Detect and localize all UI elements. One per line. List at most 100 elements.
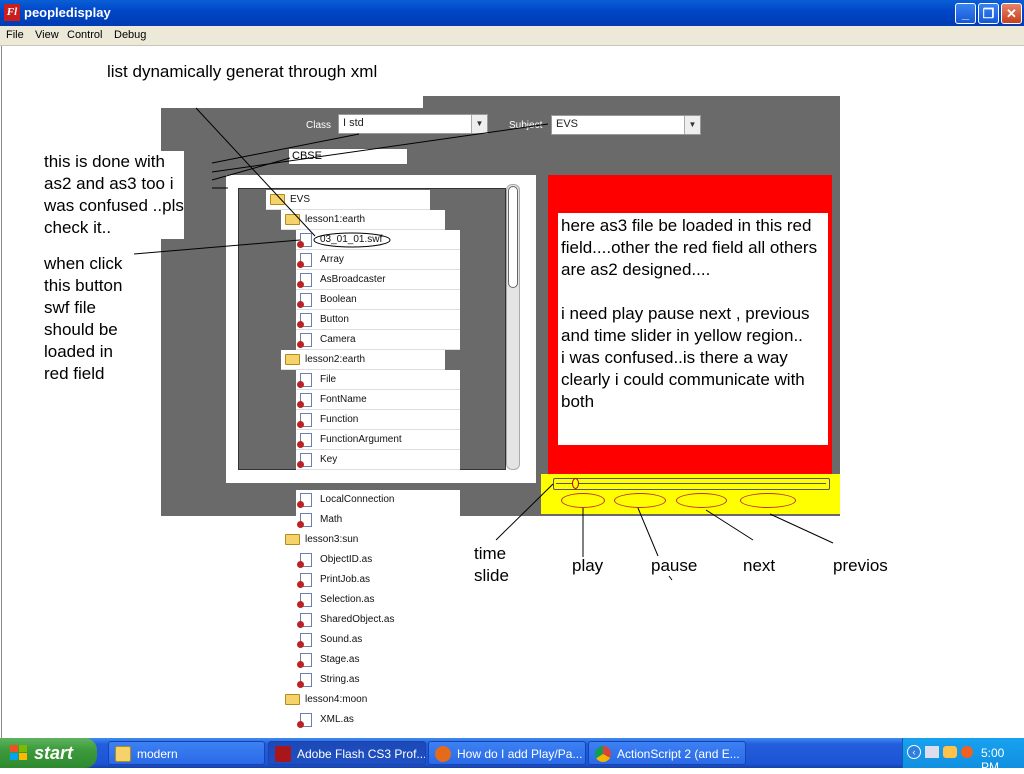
tree-item-label: Stage.as <box>320 654 360 665</box>
tree-item-label: SharedObject.as <box>320 614 395 625</box>
tree-file-item[interactable]: ObjectID.as <box>296 550 460 570</box>
tree-item-label: Math <box>320 514 343 525</box>
tree-item-label: LocalConnection <box>320 494 395 505</box>
system-tray: ‹ 5:00 PM <box>902 738 1024 774</box>
next-button[interactable] <box>676 493 727 508</box>
menu-view[interactable]: View <box>35 29 59 41</box>
tree-item-label: Function <box>320 414 359 425</box>
subject-dropdown-value: EVS <box>556 118 579 130</box>
file-icon <box>297 593 312 608</box>
tree-folder-item[interactable]: lesson2:earth <box>281 350 445 370</box>
tree-file-item[interactable]: Math <box>296 510 460 530</box>
tree-file-item[interactable]: Stage.as <box>296 650 460 670</box>
tree-item-label: Camera <box>320 334 356 345</box>
chevron-down-icon[interactable]: ▼ <box>684 116 700 134</box>
tree-item-label: Array <box>320 254 344 265</box>
tree-item-label: lesson4:moon <box>305 694 368 705</box>
file-icon <box>297 413 312 428</box>
next-annotation: next <box>743 556 776 575</box>
windows-flag-icon <box>10 745 27 760</box>
tree-root-item[interactable]: EVS <box>266 190 430 210</box>
folder-icon <box>115 746 131 762</box>
maximize-button[interactable]: ❐ <box>978 3 999 24</box>
pause-annotation: pause <box>651 556 698 575</box>
file-icon <box>297 433 312 448</box>
tree-file-item[interactable]: LocalConnection <box>296 490 460 510</box>
tree-item-label: FunctionArgument <box>320 434 402 445</box>
file-icon <box>297 313 312 328</box>
class-label: Class <box>306 120 332 131</box>
messenger-icon[interactable] <box>943 746 957 758</box>
tree-file-item[interactable]: FunctionArgument <box>296 430 460 450</box>
tree-item-label: Button <box>320 314 349 325</box>
tree-folder-item[interactable]: lesson3:sun <box>281 530 445 550</box>
tree-file-item[interactable]: PrintJob.as <box>296 570 460 590</box>
tree-file-item[interactable]: Selection.as <box>296 590 460 610</box>
tree-file-item[interactable]: Array <box>296 250 460 270</box>
taskbar: start modern Adobe Flash CS3 Prof... How… <box>0 738 1024 774</box>
menu-debug[interactable]: Debug <box>114 29 146 41</box>
file-icon <box>297 653 312 668</box>
tree-file-item[interactable]: 03_01_01.swf <box>296 230 460 250</box>
file-icon <box>297 333 312 348</box>
class-dropdown[interactable]: I std ▼ <box>338 114 488 134</box>
tree-file-item[interactable]: XML.as <box>296 710 460 730</box>
time-slider-knob[interactable] <box>572 478 579 489</box>
file-icon <box>297 253 312 268</box>
task-firefox[interactable]: How do I add Play/Pa... <box>428 741 586 765</box>
clock: 5:00 PM <box>981 746 1005 774</box>
security-icon[interactable] <box>961 746 973 758</box>
tree-file-item[interactable]: File <box>296 370 460 390</box>
tree-item-label: AsBroadcaster <box>320 274 386 285</box>
window-title: peopledisplay <box>24 5 111 20</box>
menu-file[interactable]: File <box>6 29 24 41</box>
tree-item-label: lesson2:earth <box>305 354 366 365</box>
tree-item-label: 03_01_01.swf <box>320 234 383 245</box>
time-slider[interactable] <box>553 478 830 490</box>
pause-button[interactable] <box>614 493 666 508</box>
folder-icon <box>270 194 285 205</box>
tree-file-item[interactable]: SharedObject.as <box>296 610 460 630</box>
menu-control[interactable]: Control <box>67 29 102 41</box>
board-field[interactable]: CBSE <box>288 148 408 165</box>
tree-folder-item[interactable]: lesson4:moon <box>281 690 445 710</box>
previous-button[interactable] <box>740 493 796 508</box>
task-chrome[interactable]: ActionScript 2 (and E... <box>588 741 746 765</box>
file-icon <box>297 393 312 408</box>
tree-file-item[interactable]: String.as <box>296 670 460 690</box>
tree-item-label: File <box>320 374 337 385</box>
tree-item-label: String.as <box>320 674 360 685</box>
subject-dropdown[interactable]: EVS ▼ <box>551 115 701 135</box>
play-button[interactable] <box>561 493 605 508</box>
tree-file-item[interactable]: Camera <box>296 330 460 350</box>
task-adobe-flash[interactable]: Adobe Flash CS3 Prof... <box>268 741 426 765</box>
start-button[interactable]: start <box>0 738 97 768</box>
file-icon <box>297 493 312 508</box>
minimize-button[interactable]: _ <box>955 3 976 24</box>
network-icon[interactable] <box>925 746 939 758</box>
tree-file-item[interactable]: Boolean <box>296 290 460 310</box>
tree-file-item[interactable]: Function <box>296 410 460 430</box>
file-icon <box>297 553 312 568</box>
tree-file-item[interactable]: AsBroadcaster <box>296 270 460 290</box>
tree-file-item[interactable]: Key <box>296 450 460 470</box>
chevron-down-icon[interactable]: ▼ <box>471 115 487 133</box>
task-modern[interactable]: modern <box>108 741 265 765</box>
firefox-icon <box>435 746 451 762</box>
tree-folder-item[interactable]: lesson1:earth <box>281 210 445 230</box>
tree-scroll-thumb[interactable] <box>508 186 518 288</box>
previos-annotation: previos <box>833 556 888 575</box>
tree-item-label: lesson3:sun <box>305 534 359 545</box>
close-button[interactable]: ✕ <box>1001 3 1022 24</box>
chevron-left-icon[interactable]: ‹ <box>907 745 921 759</box>
tree-item-label: lesson1:earth <box>305 214 366 225</box>
tree-file-item[interactable]: Sound.as <box>296 630 460 650</box>
file-icon <box>297 273 312 288</box>
tree-file-item[interactable]: FontName <box>296 390 460 410</box>
tree-item-label: XML.as <box>320 714 354 725</box>
flash-icon <box>275 746 291 762</box>
folder-icon <box>285 694 300 705</box>
tree-file-item[interactable]: Button <box>296 310 460 330</box>
start-label: start <box>34 743 74 763</box>
tree-item-label: Selection.as <box>320 594 375 605</box>
